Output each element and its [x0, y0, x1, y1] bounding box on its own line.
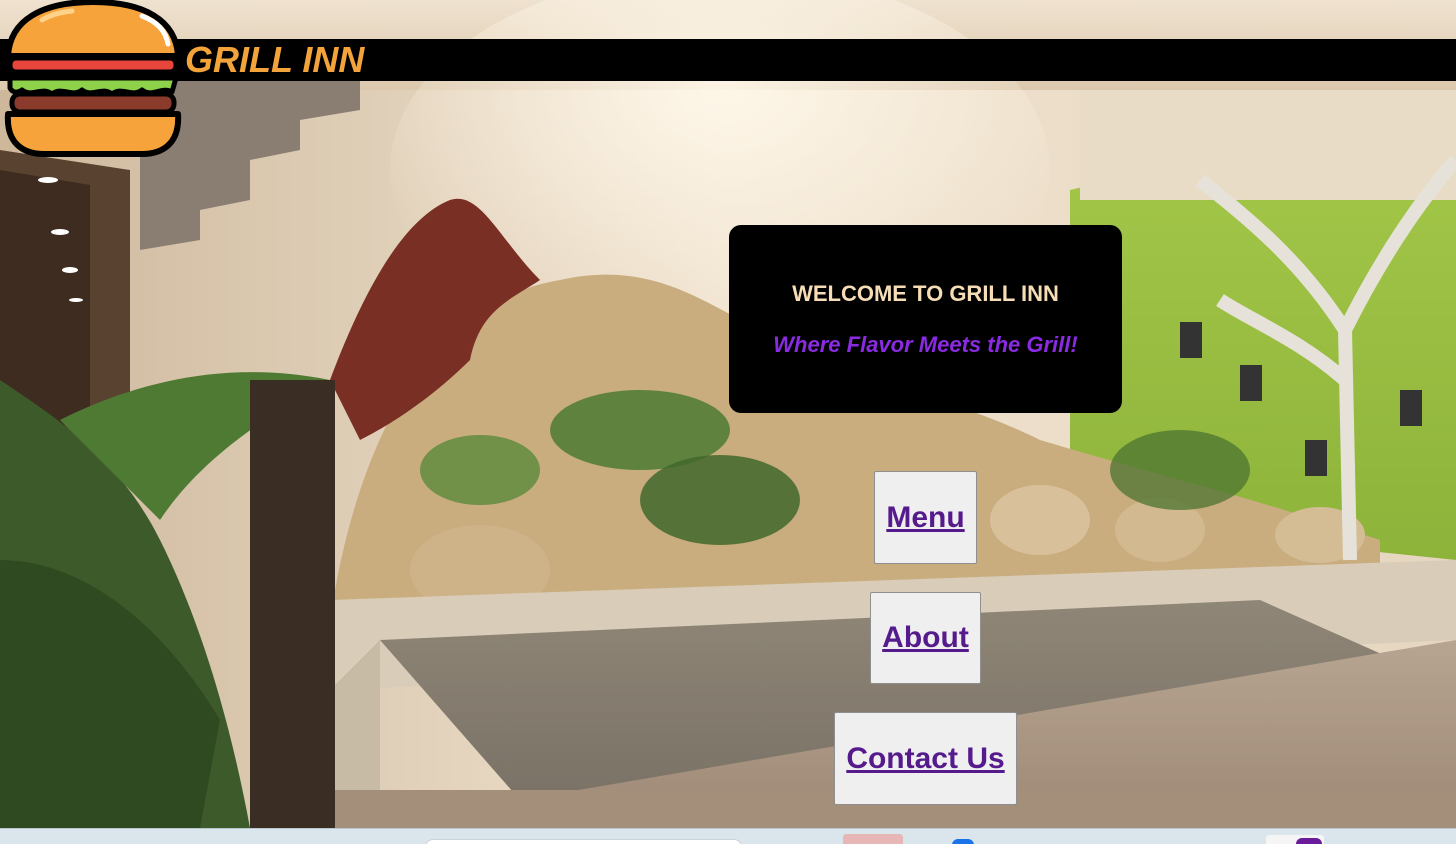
welcome-card: WELCOME TO GRILL INN Where Flavor Meets … [729, 225, 1122, 413]
site-title: GRILL INN [185, 39, 365, 80]
welcome-heading: WELCOME TO GRILL INN [792, 281, 1059, 306]
taskbar-app-icon[interactable] [952, 839, 974, 844]
background-image [0, 0, 1456, 828]
taskbar-search-box[interactable] [425, 839, 742, 844]
welcome-tagline: Where Flavor Meets the Grill! [773, 332, 1078, 357]
contact-us-button[interactable]: Contact Us [834, 712, 1017, 805]
taskbar-app-icon[interactable] [843, 834, 903, 844]
menu-button[interactable]: Menu [874, 471, 977, 564]
about-button[interactable]: About [870, 592, 981, 684]
page: GRILL INN WELCOME TO GRILL INN Where Fla… [0, 0, 1456, 844]
burger-icon [4, 0, 182, 157]
taskbar-app-icon[interactable] [1296, 838, 1322, 844]
